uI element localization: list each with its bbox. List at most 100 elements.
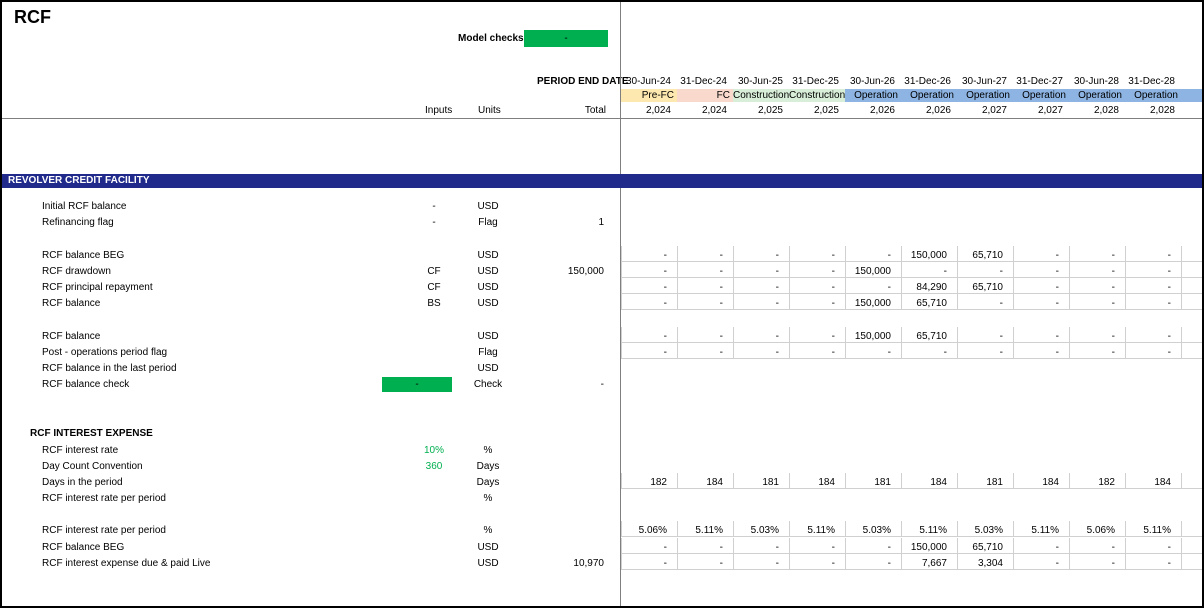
row-value: 84,290 xyxy=(916,282,947,293)
grid-cell[interactable] xyxy=(1181,294,1202,310)
period-phase: Operation xyxy=(901,89,957,102)
row-unit: USD xyxy=(477,266,499,277)
period-year: 2,025 xyxy=(757,105,783,116)
row-label: RCF balance in the last period xyxy=(42,363,177,374)
row-value: 150,000 xyxy=(854,266,891,277)
row-value: - xyxy=(1055,542,1059,553)
period-date: 31-Dec-27 xyxy=(1016,76,1063,87)
row-value: - xyxy=(1111,250,1115,261)
period-date: 30-Jun-25 xyxy=(737,76,783,87)
period-phase: Construction xyxy=(789,89,846,102)
row-input[interactable]: - xyxy=(412,201,456,212)
row-value: - xyxy=(663,282,667,293)
row-input[interactable]: 360 xyxy=(412,461,456,472)
row-value: 5.11% xyxy=(1031,525,1059,536)
row-value: 5.11% xyxy=(1143,525,1171,536)
section-title: REVOLVER CREDIT FACILITY xyxy=(8,175,150,186)
row-unit: Flag xyxy=(478,347,498,358)
model-checks-label: Model checks xyxy=(458,33,524,44)
row-input[interactable]: CF xyxy=(412,266,456,277)
row-value: - xyxy=(719,266,723,277)
row-value: - xyxy=(1167,266,1171,277)
row-value: - xyxy=(831,250,835,261)
row-value: - xyxy=(831,266,835,277)
period-date: 31-Dec-28 xyxy=(1128,76,1175,87)
row-unit: Flag xyxy=(478,217,498,228)
row-value: 181 xyxy=(874,477,891,488)
grid-cell[interactable] xyxy=(1181,246,1202,262)
row-input[interactable]: 10% xyxy=(412,445,456,456)
period-phase: Operation xyxy=(1013,89,1069,102)
row-label: Post - operations period flag xyxy=(42,347,168,358)
row-unit: USD xyxy=(477,250,499,261)
row-value: - xyxy=(1055,298,1059,309)
row-value: - xyxy=(1111,266,1115,277)
row-input[interactable]: - xyxy=(412,217,456,228)
row-value: - xyxy=(887,542,891,553)
grid-cell[interactable] xyxy=(1181,262,1202,278)
period-year: 2,028 xyxy=(1093,105,1119,116)
grid-cell[interactable] xyxy=(1181,278,1202,294)
row-value: - xyxy=(831,347,835,358)
row-value: - xyxy=(719,347,723,358)
row-unit: USD xyxy=(477,331,499,342)
period-year: 2,024 xyxy=(645,105,671,116)
row-label: RCF principal repayment xyxy=(42,282,153,293)
grid-cell[interactable] xyxy=(1181,538,1202,554)
row-value: - xyxy=(1111,282,1115,293)
units-header: Units xyxy=(478,105,501,116)
row-value: - xyxy=(999,298,1003,309)
row-unit: USD xyxy=(477,542,499,553)
row-unit: USD xyxy=(477,201,499,212)
row-value: - xyxy=(999,331,1003,342)
row-unit: % xyxy=(483,445,493,456)
row-value: - xyxy=(775,282,779,293)
row-value: - xyxy=(719,250,723,261)
period-date: 30-Jun-24 xyxy=(625,76,671,87)
row-value: - xyxy=(1111,331,1115,342)
balance-check-input-cell[interactable]: - xyxy=(382,377,452,392)
row-unit: % xyxy=(483,493,493,504)
row-value: - xyxy=(719,558,723,569)
period-phase: Operation xyxy=(1125,89,1181,102)
row-value: - xyxy=(663,250,667,261)
row-value: - xyxy=(943,347,947,358)
row-label: Initial RCF balance xyxy=(42,201,127,212)
model-checks-cell[interactable]: - xyxy=(524,30,608,47)
grid-cell[interactable] xyxy=(1181,554,1202,570)
row-label: RCF balance check xyxy=(42,379,130,390)
row-value: - xyxy=(1167,331,1171,342)
period-date: 31-Dec-26 xyxy=(904,76,951,87)
row-input[interactable]: CF xyxy=(412,282,456,293)
row-value: 65,710 xyxy=(972,282,1003,293)
period-year: 2,026 xyxy=(869,105,895,116)
row-label: RCF balance BEG xyxy=(42,250,125,261)
row-value: - xyxy=(775,331,779,342)
row-value: 182 xyxy=(1098,477,1115,488)
grid-cell[interactable] xyxy=(1181,343,1202,359)
row-value: 5.06% xyxy=(1086,525,1115,536)
period-date: 30-J xyxy=(1181,76,1202,87)
row-value: - xyxy=(1167,347,1171,358)
row-total: 1 xyxy=(598,217,604,228)
row-value: 65,710 xyxy=(916,298,947,309)
grid-cell[interactable] xyxy=(1181,473,1202,489)
row-value: - xyxy=(1111,558,1115,569)
row-value: 5.03% xyxy=(974,525,1003,536)
period-date: 30-Jun-27 xyxy=(961,76,1007,87)
grid-cell[interactable] xyxy=(1181,327,1202,343)
row-value: - xyxy=(663,266,667,277)
period-year: 2,026 xyxy=(925,105,951,116)
row-value: - xyxy=(1111,542,1115,553)
row-value: - xyxy=(887,250,891,261)
row-input[interactable]: BS xyxy=(412,298,456,309)
row-label: RCF drawdown xyxy=(42,266,111,277)
period-phase: Op xyxy=(1181,89,1202,102)
grid-cell[interactable] xyxy=(1181,521,1202,537)
row-value: 5.11% xyxy=(807,525,835,536)
row-label: Refinancing flag xyxy=(42,217,114,228)
row-value: - xyxy=(1167,298,1171,309)
row-value: - xyxy=(663,558,667,569)
period-phase: Pre-FC xyxy=(621,89,677,102)
row-label: RCF balance xyxy=(42,331,101,342)
